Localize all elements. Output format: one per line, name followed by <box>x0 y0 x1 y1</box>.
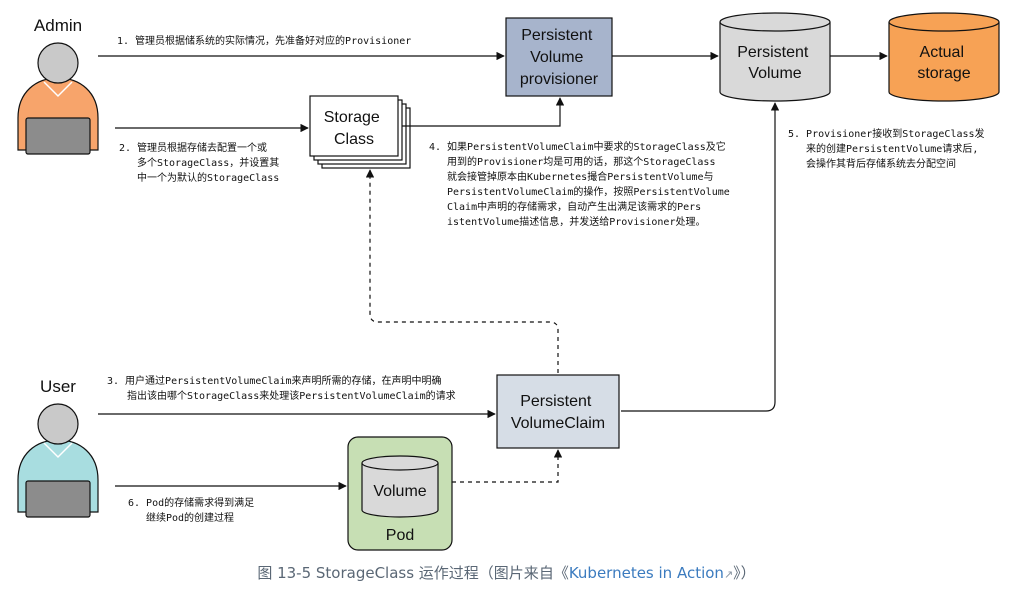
pv-provisioner-line-1: Persistent <box>521 27 593 44</box>
persistent-volume-line-1: Persistent <box>737 44 809 61</box>
admin-laptop-icon <box>25 117 91 155</box>
admin-label: Admin <box>34 16 82 35</box>
note-step3: 3. 用户通过PersistentVolumeClaim来声明所需的存储，在声明… <box>107 374 456 402</box>
pvc-line-2: VolumeClaim <box>511 415 605 432</box>
user-actor: User <box>17 377 99 518</box>
pv-provisioner-line-3: provisioner <box>520 71 599 88</box>
note-step4-line-1: 4. 如果PersistentVolumeClaim中要求的StorageCla… <box>429 140 726 153</box>
note-step6-line-2: 继续Pod的创建过程 <box>146 511 234 524</box>
note-step2-line-2: 多个StorageClass，并设置其 <box>137 156 279 169</box>
caption-suffix: 》） <box>733 564 756 582</box>
admin-head <box>37 42 79 84</box>
pvc-line-1: Persistent <box>520 393 592 410</box>
external-link-icon: ↗ <box>723 568 734 581</box>
note-step4-line-2: 用到的Provisioner均是可用的话，那这个StorageClass <box>447 155 715 168</box>
pv-provisioner-box: Persistent Volume provisioner <box>505 17 613 97</box>
note-step2-line-1: 2. 管理员根据存储去配置一个或 <box>119 141 267 154</box>
arrow-storageclass-to-provisioner <box>402 97 565 127</box>
note-step2-line-3: 中一个为默认的StorageClass <box>137 171 279 184</box>
note-step1: 1. 管理员根据储系统的实际情况，先准备好对应的Provisioner <box>117 34 411 47</box>
persistent-volume-line-2: Volume <box>748 65 801 82</box>
note-step4-line-5: Claim中声明的存储需求，自动产生出满足该需求的Pers <box>447 200 701 213</box>
admin-actor: Admin <box>17 16 99 155</box>
note-step4-line-3: 就会接管掉原本由Kubernetes撮合PersistentVolume与 <box>447 170 714 183</box>
arrow-pod-to-pvc-dashed <box>452 449 563 483</box>
pvc-box: Persistent VolumeClaim <box>496 374 620 449</box>
svg-text:Persistent Volume: Persistent Volume provisioner <box>520 27 599 88</box>
user-laptop-icon <box>25 480 91 518</box>
note-step5-line-3: 会操作其背后存储系统去分配空间 <box>806 157 956 170</box>
storageclass-diagram: Admin User Persistent Volume provisioner… <box>17 12 1000 551</box>
note-step4-line-4: PersistentVolumeClaim的操作，按照PersistentVol… <box>447 185 730 198</box>
pod-box: Volume Pod <box>347 436 453 551</box>
actual-storage-cylinder: Actual storage <box>888 12 1000 102</box>
volume-label: Volume <box>373 483 426 500</box>
actual-storage-line-2: storage <box>917 65 970 82</box>
caption-link[interactable]: Kubernetes in Action <box>569 564 724 582</box>
storage-class-line-2: Class <box>334 131 374 148</box>
arrow-pvc-to-storageclass-dashed <box>365 169 559 373</box>
note-step5: 5. Provisioner接收到StorageClass发 来的创建Persi… <box>788 127 991 170</box>
storage-class-box: Storage Class <box>309 95 411 169</box>
user-head <box>37 403 79 445</box>
note-step5-line-2: 来的创建PersistentVolume请求后, <box>806 142 978 155</box>
note-step5-line-1: 5. Provisioner接收到StorageClass发 <box>788 127 985 140</box>
pod-label: Pod <box>386 527 414 544</box>
note-step4-line-6: istentVolume描述信息，并发送给Provisioner处理。 <box>447 215 705 228</box>
note-step3-line-2: 指出该由哪个StorageClass来处理该PersistentVolumeCl… <box>127 389 456 402</box>
caption-prefix: 图 13-5 StorageClass 运作过程（图片来自《 <box>257 564 569 582</box>
note-step3-line-1: 3. 用户通过PersistentVolumeClaim来声明所需的存储，在声明… <box>107 374 442 387</box>
note-step6: 6. Pod的存储需求得到满足 继续Pod的创建过程 <box>128 496 260 524</box>
user-label: User <box>40 377 76 396</box>
storage-class-line-1: Storage <box>324 109 380 126</box>
note-step4: 4. 如果PersistentVolumeClaim中要求的StorageCla… <box>429 140 736 228</box>
actual-storage-line-1: Actual <box>920 44 964 61</box>
note-step6-line-1: 6. Pod的存储需求得到满足 <box>128 496 254 509</box>
persistent-volume-cylinder: Persistent Volume <box>719 12 831 102</box>
note-step1-line-1: 1. 管理员根据储系统的实际情况，先准备好对应的Provisioner <box>117 34 411 47</box>
figure-caption: 图 13-5 StorageClass 运作过程（图片来自《Kubernetes… <box>0 562 1013 583</box>
note-step2: 2. 管理员根据存储去配置一个或 多个StorageClass，并设置其 中一个… <box>119 141 285 184</box>
pv-provisioner-line-2: Volume <box>530 49 583 66</box>
